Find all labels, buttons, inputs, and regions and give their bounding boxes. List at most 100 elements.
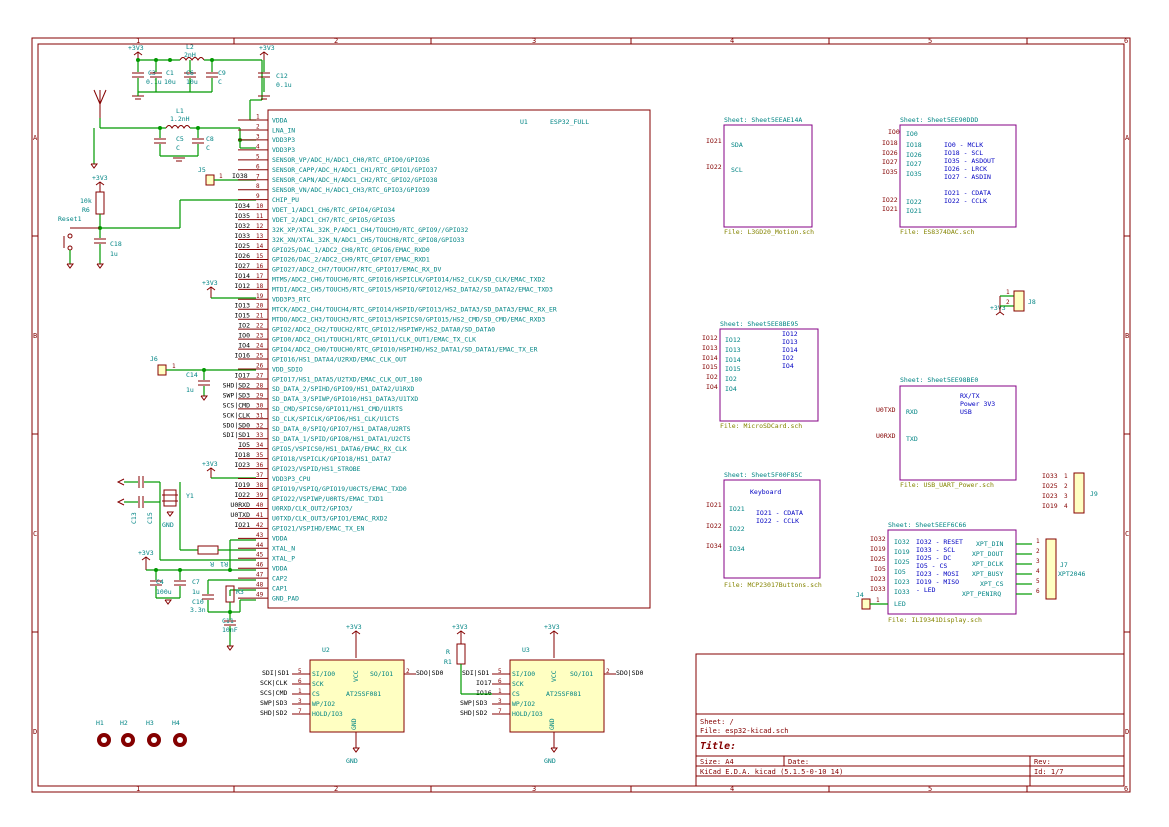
svg-text:R: R <box>210 560 214 568</box>
esp32-pin-number: 27 <box>256 372 264 379</box>
svg-text:AT25SF081: AT25SF081 <box>546 690 581 698</box>
esp32-net-label: IO25 <box>234 242 250 250</box>
esp32-pin-number: 10 <box>256 203 264 210</box>
svg-text:XPT_DCLK: XPT_DCLK <box>972 560 1003 568</box>
esp32-net-label: IO13 <box>234 302 250 310</box>
svg-text:U2: U2 <box>322 646 330 654</box>
svg-text:6: 6 <box>1036 588 1040 595</box>
svg-text:Sheet: Sheet5EE98BE0: Sheet: Sheet5EE98BE0 <box>900 376 978 384</box>
esp32-net-label: IO17 <box>234 371 250 379</box>
sheet-es8374dac[interactable]: Sheet: Sheet5EE90DDD IO0 IO18 IO26 IO27 … <box>882 116 1017 236</box>
esp32-pin-number: 6 <box>256 163 260 170</box>
svg-text:C: C <box>206 144 210 152</box>
sheet-microsd[interactable]: Sheet: Sheet5EE8BE95 IO12 IO13 IO14 IO15… <box>702 320 819 430</box>
tb-file: File: esp32-kicad.sch <box>700 727 789 735</box>
esp32-pin-name: GPIO4/ADC2_CH0/TOUCH0/RTC_GPIO10/HSPIHD/… <box>272 345 538 353</box>
svg-text:6: 6 <box>498 678 502 685</box>
svg-text:SWP|SD3: SWP|SD3 <box>260 699 287 707</box>
svg-text:IO35: IO35 <box>882 168 898 176</box>
svg-text:File: MicroSDCard.sch: File: MicroSDCard.sch <box>720 422 802 430</box>
svg-text:C12: C12 <box>276 72 288 80</box>
reset-circuit: +3V3 10k R6 Reset1 C18 1u <box>58 174 256 269</box>
svg-text:Reset1: Reset1 <box>58 215 82 223</box>
sheet-l3gd20[interactable]: Sheet: Sheet5EEAE14A IO21 IO22 SDA SCL F… <box>706 116 814 236</box>
svg-text:IO18 - SCL: IO18 - SCL <box>944 149 983 157</box>
esp32-net-label: SDI|SD1 <box>223 431 250 439</box>
col-label: 3 <box>532 785 536 793</box>
svg-text:1: 1 <box>298 688 302 695</box>
svg-text:IO22: IO22 <box>882 196 898 204</box>
svg-text:1u: 1u <box>186 386 194 394</box>
row-label: A <box>33 134 38 142</box>
svg-text:GND: GND <box>548 718 556 730</box>
svg-text:C4: C4 <box>156 578 164 586</box>
esp32-pin-number: 47 <box>256 572 264 579</box>
svg-text:10k: 10k <box>80 197 92 205</box>
esp32-module: U1 ESP32_FULL 1 VDDA 2 LNA_IN 3 VDD3P3 4 VDD3P3… <box>223 109 651 609</box>
esp32-pin-number: 31 <box>256 412 264 419</box>
svg-text:C1: C1 <box>166 69 174 77</box>
sheet-usb-uart-power[interactable]: Sheet: Sheet5EE98BE0 U0TXD U0RXD RXD TXD… <box>876 376 1017 489</box>
svg-text:XPT_BUSY: XPT_BUSY <box>972 570 1003 578</box>
svg-text:SDI|SD1: SDI|SD1 <box>462 669 489 677</box>
svg-text:U3: U3 <box>522 646 530 654</box>
svg-text:Power 3V3: Power 3V3 <box>960 400 995 408</box>
esp32-pin-name: GPIO0/ADC2_CH1/TOUCH1/RTC_GPIO11/CLK_OUT… <box>272 335 476 343</box>
svg-text:5: 5 <box>1036 578 1040 585</box>
svg-text:7: 7 <box>298 708 302 715</box>
svg-text:IO4: IO4 <box>782 362 794 370</box>
esp32-pin-number: 2 <box>256 123 260 130</box>
col-label: 3 <box>532 37 536 45</box>
schematic-sheet: 1 2 3 4 5 6 1 2 3 4 5 6 A B C D A B C D … <box>31 37 1131 793</box>
svg-text:IO15: IO15 <box>725 365 741 373</box>
svg-text:IO21 - CDATA: IO21 - CDATA <box>756 509 803 517</box>
svg-text:IO16: IO16 <box>476 689 492 697</box>
svg-text:R1: R1 <box>220 560 228 568</box>
connector-j9: IO33 IO25 IO23 IO19 1 2 3 4 J9 <box>1042 472 1098 514</box>
svg-text:IO21: IO21 <box>706 501 722 509</box>
esp32-pin-number: 9 <box>256 193 260 200</box>
svg-text:IO33: IO33 <box>870 585 886 593</box>
svg-text:H4: H4 <box>172 719 180 727</box>
l2-value: 2nH <box>184 51 196 59</box>
svg-text:IO22: IO22 <box>706 163 722 171</box>
svg-text:IO13: IO13 <box>725 346 741 354</box>
esp32-pin-name: VDDA <box>272 565 288 573</box>
svg-text:5: 5 <box>498 668 502 675</box>
l1-ref: L1 <box>176 107 184 115</box>
esp32-pin-name: XTAL_N <box>272 545 295 553</box>
esp32-pin-number: 38 <box>256 482 264 489</box>
esp32-pin-name: U0TXD/CLK_OUT3/GPIO1/EMAC_RXD2 <box>272 515 388 523</box>
svg-text:IO19: IO19 <box>870 545 886 553</box>
svg-text:IO32: IO32 <box>894 538 910 546</box>
svg-text:IO21: IO21 <box>729 505 745 513</box>
svg-text:2: 2 <box>1036 548 1040 555</box>
sheet-ili9341-display[interactable]: Sheet: Sheet5EEF6C66 IO32 IO19 IO25 IO5 … <box>870 521 1032 624</box>
esp32-pin-number: 5 <box>256 153 260 160</box>
esp32-pin-number: 46 <box>256 562 264 569</box>
svg-text:IO35: IO35 <box>906 170 922 178</box>
svg-text:IO25: IO25 <box>1042 482 1058 490</box>
cap-c12: C12 0.1u <box>258 60 292 100</box>
svg-text:6: 6 <box>298 678 302 685</box>
esp32-pin-name: SD_DATA_0/SPIQ/GPIO7/HS1_DATA0/U2RTS <box>272 425 411 433</box>
col-label: 1 <box>136 785 140 793</box>
esp32-pin-name: SENSOR_VP/ADC_H/ADC1_CH0/RTC_GPIO0/GPIO3… <box>272 156 430 164</box>
svg-text:GND: GND <box>162 521 174 529</box>
esp32-pin-number: 23 <box>256 333 264 340</box>
svg-text:7: 7 <box>498 708 502 715</box>
esp32-net-label: IO35 <box>234 212 250 220</box>
sheet-mcp23017-buttons[interactable]: Sheet: Sheet5F00F85C Keyboard IO21 - CDA… <box>706 471 822 589</box>
svg-text:C: C <box>218 78 222 86</box>
connector-j5: J5 1 IO38 <box>198 166 256 186</box>
esp32-pin-number: 32 <box>256 422 264 429</box>
cap-c3: C3 0.1u <box>132 60 162 92</box>
esp32-pin-number: 45 <box>256 552 264 559</box>
esp32-net-label: IO14 <box>234 272 250 280</box>
connector-j7: 1 2 3 4 5 6 J7 XPT2046 <box>1036 538 1085 600</box>
esp32-pin-number: 33 <box>256 432 264 439</box>
esp32-pin-name: CAP2 <box>272 574 288 582</box>
svg-text:IO13: IO13 <box>782 338 798 346</box>
tb-title: Title: <box>700 740 736 752</box>
cap-c5: C5 C <box>154 128 184 156</box>
